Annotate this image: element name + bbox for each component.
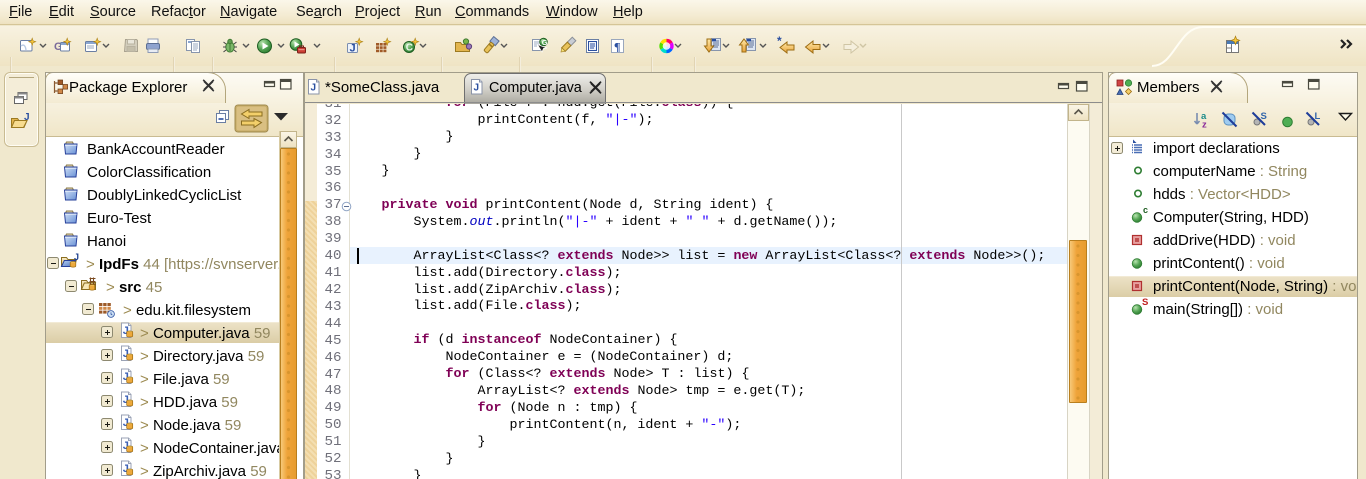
svg-text:S: S [1142,297,1148,308]
svg-text:J: J [311,83,317,94]
svg-text:c: c [1143,205,1148,215]
svg-text:L: L [1315,111,1321,122]
svg-text:z: z [1202,120,1207,131]
svg-text:J: J [74,252,79,262]
svg-text:J: J [24,112,30,123]
svg-text:S: S [1261,111,1267,122]
